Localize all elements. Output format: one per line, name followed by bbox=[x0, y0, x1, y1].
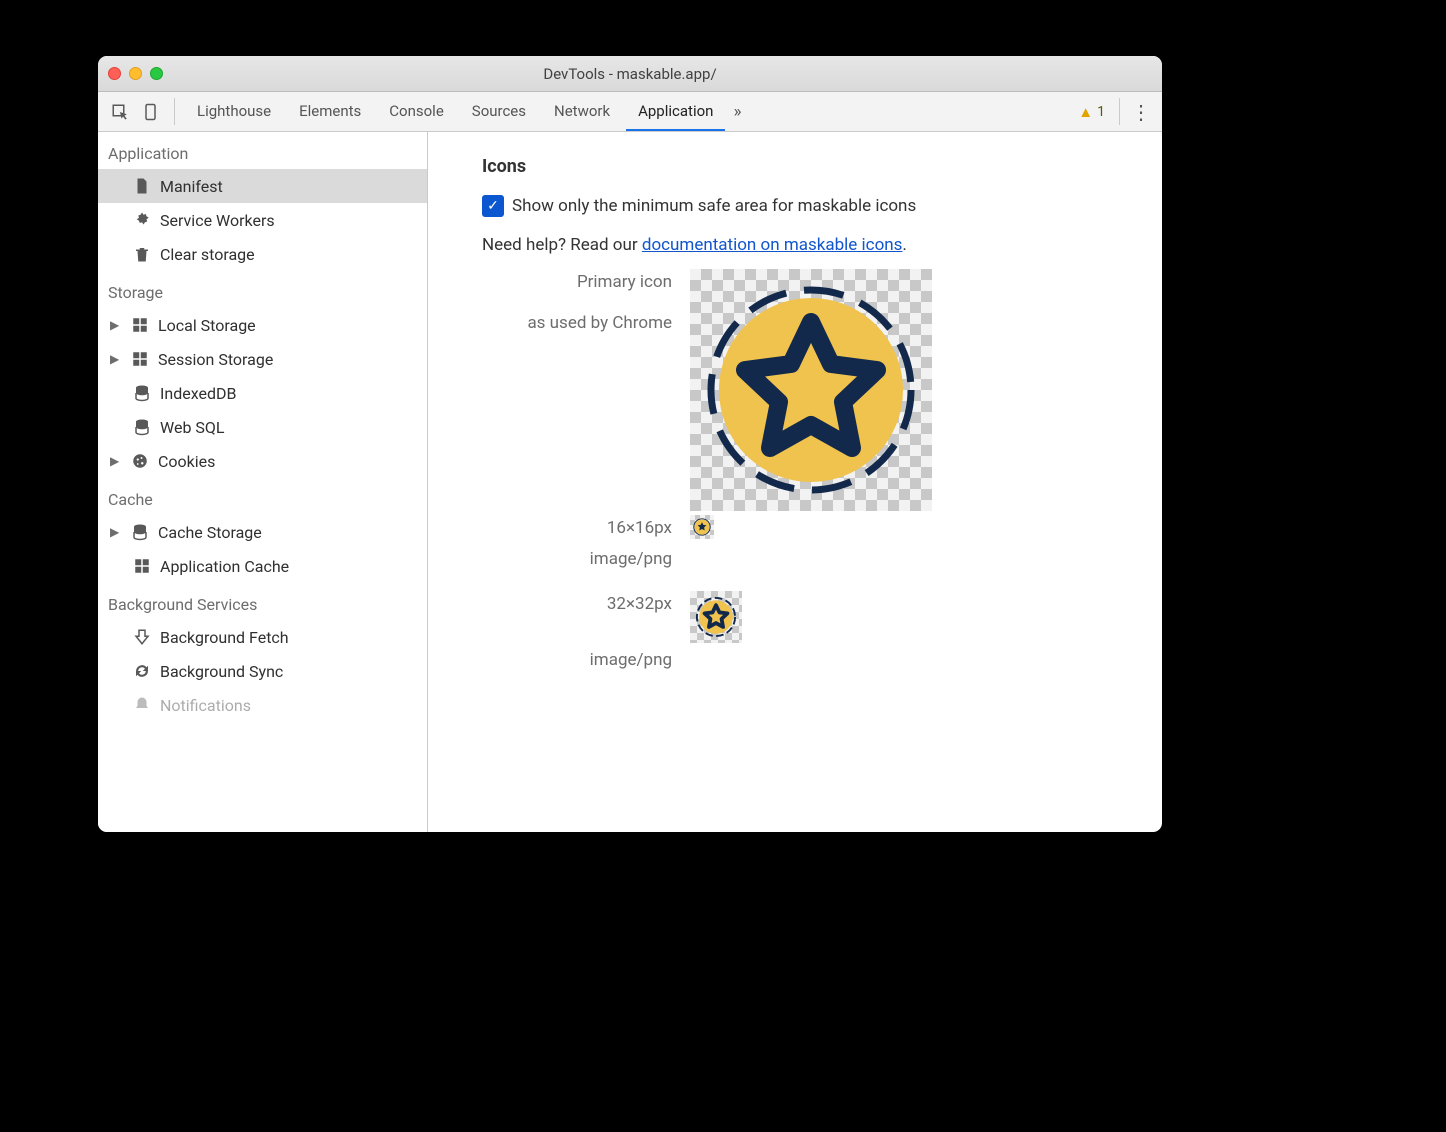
more-icon[interactable]: ⋮ bbox=[1126, 92, 1156, 131]
trash-icon bbox=[132, 245, 152, 263]
sidebar-item-cookies[interactable]: ▶ Cookies bbox=[98, 444, 427, 478]
section-application: Application bbox=[98, 132, 427, 169]
sidebar-item-session-storage[interactable]: ▶ Session Storage bbox=[98, 342, 427, 376]
icon-mime: image/png bbox=[482, 546, 672, 573]
separator bbox=[1119, 98, 1120, 125]
grid-icon bbox=[130, 316, 150, 334]
sidebar-item-label: Clear storage bbox=[160, 245, 255, 264]
sidebar-item-cache-storage[interactable]: ▶ Cache Storage bbox=[98, 515, 427, 549]
icon-32-preview bbox=[690, 591, 742, 643]
sidebar-item-background-fetch[interactable]: Background Fetch bbox=[98, 620, 427, 654]
tab-elements[interactable]: Elements bbox=[287, 92, 373, 131]
sidebar-item-application-cache[interactable]: Application Cache bbox=[98, 549, 427, 583]
tab-network[interactable]: Network bbox=[542, 92, 622, 131]
fetch-icon bbox=[132, 628, 152, 646]
tab-lighthouse[interactable]: Lighthouse bbox=[185, 92, 283, 131]
sidebar-item-indexeddb[interactable]: IndexedDB bbox=[98, 376, 427, 410]
sidebar-item-label: Session Storage bbox=[158, 350, 273, 369]
sidebar-item-label: Web SQL bbox=[160, 418, 225, 437]
panel-heading: Icons bbox=[428, 156, 1162, 189]
sidebar-item-clear-storage[interactable]: Clear storage bbox=[98, 237, 427, 271]
sidebar-item-label: IndexedDB bbox=[160, 384, 236, 403]
sidebar-item-label: Background Fetch bbox=[160, 628, 289, 647]
sidebar-item-label: Background Sync bbox=[160, 662, 283, 681]
icon-size-label: 16×16px bbox=[482, 515, 672, 542]
sidebar-item-service-workers[interactable]: Service Workers bbox=[98, 203, 427, 237]
chevron-right-icon: ▶ bbox=[110, 525, 122, 539]
sidebar-item-notifications[interactable]: Notifications bbox=[98, 688, 427, 722]
primary-icon-preview bbox=[690, 269, 932, 511]
tab-sources[interactable]: Sources bbox=[460, 92, 538, 131]
icon-16-preview bbox=[690, 515, 714, 539]
checkbox-label: Show only the minimum safe area for mask… bbox=[512, 196, 916, 216]
icon-mime: image/png bbox=[482, 647, 672, 674]
section-storage: Storage bbox=[98, 271, 427, 308]
warnings-badge[interactable]: ▲ 1 bbox=[1070, 92, 1113, 131]
sidebar-item-web-sql[interactable]: Web SQL bbox=[98, 410, 427, 444]
icon-size-label: 32×32px bbox=[482, 591, 672, 618]
sidebar-item-label: Service Workers bbox=[160, 211, 275, 230]
device-toolbar-icon[interactable] bbox=[136, 92, 168, 131]
safe-area-checkbox[interactable]: ✓ bbox=[482, 195, 504, 217]
database-icon bbox=[132, 384, 152, 402]
tab-application[interactable]: Application bbox=[626, 92, 725, 131]
inspect-icon[interactable] bbox=[104, 92, 136, 131]
database-icon bbox=[132, 418, 152, 436]
warning-icon: ▲ bbox=[1078, 103, 1093, 121]
maskable-star-icon bbox=[701, 280, 921, 500]
sidebar-item-label: Application Cache bbox=[160, 557, 289, 576]
sidebar-item-local-storage[interactable]: ▶ Local Storage bbox=[98, 308, 427, 342]
tabs-overflow-icon[interactable]: » bbox=[725, 92, 749, 131]
database-icon bbox=[130, 523, 150, 541]
tabs: Lighthouse Elements Console Sources Netw… bbox=[185, 92, 725, 131]
sidebar-item-label: Cookies bbox=[158, 452, 215, 471]
help-text: Need help? Read our documentation on mas… bbox=[428, 223, 1162, 263]
cookie-icon bbox=[130, 452, 150, 470]
chevron-right-icon: ▶ bbox=[110, 454, 122, 468]
devtools-window: DevTools - maskable.app/ Lighthouse Elem… bbox=[98, 56, 1162, 832]
sidebar: Application Manifest Service Workers Cle… bbox=[98, 132, 428, 832]
devtools-tabstrip: Lighthouse Elements Console Sources Netw… bbox=[98, 92, 1162, 132]
window-title: DevTools - maskable.app/ bbox=[98, 65, 1162, 83]
sidebar-item-label: Manifest bbox=[160, 177, 223, 196]
sidebar-item-label: Local Storage bbox=[158, 316, 256, 335]
grid-icon bbox=[130, 350, 150, 368]
sidebar-item-manifest[interactable]: Manifest bbox=[98, 169, 427, 203]
tab-console[interactable]: Console bbox=[377, 92, 456, 131]
chevron-right-icon: ▶ bbox=[110, 352, 122, 366]
chevron-right-icon: ▶ bbox=[110, 318, 122, 332]
bell-icon bbox=[132, 696, 152, 714]
sync-icon bbox=[132, 662, 152, 680]
section-cache: Cache bbox=[98, 478, 427, 515]
sidebar-item-label: Cache Storage bbox=[158, 523, 262, 542]
file-icon bbox=[132, 177, 152, 195]
sidebar-item-label: Notifications bbox=[160, 696, 251, 715]
grid-icon bbox=[132, 557, 152, 575]
gear-icon bbox=[132, 211, 152, 229]
section-background-services: Background Services bbox=[98, 583, 427, 620]
doc-link[interactable]: documentation on maskable icons bbox=[642, 235, 903, 255]
warnings-count: 1 bbox=[1097, 104, 1105, 120]
manifest-panel: Icons ✓ Show only the minimum safe area … bbox=[428, 132, 1162, 832]
sidebar-item-background-sync[interactable]: Background Sync bbox=[98, 654, 427, 688]
separator bbox=[174, 98, 175, 125]
titlebar: DevTools - maskable.app/ bbox=[98, 56, 1162, 92]
primary-icon-label: Primary icon as used by Chrome bbox=[482, 269, 672, 337]
